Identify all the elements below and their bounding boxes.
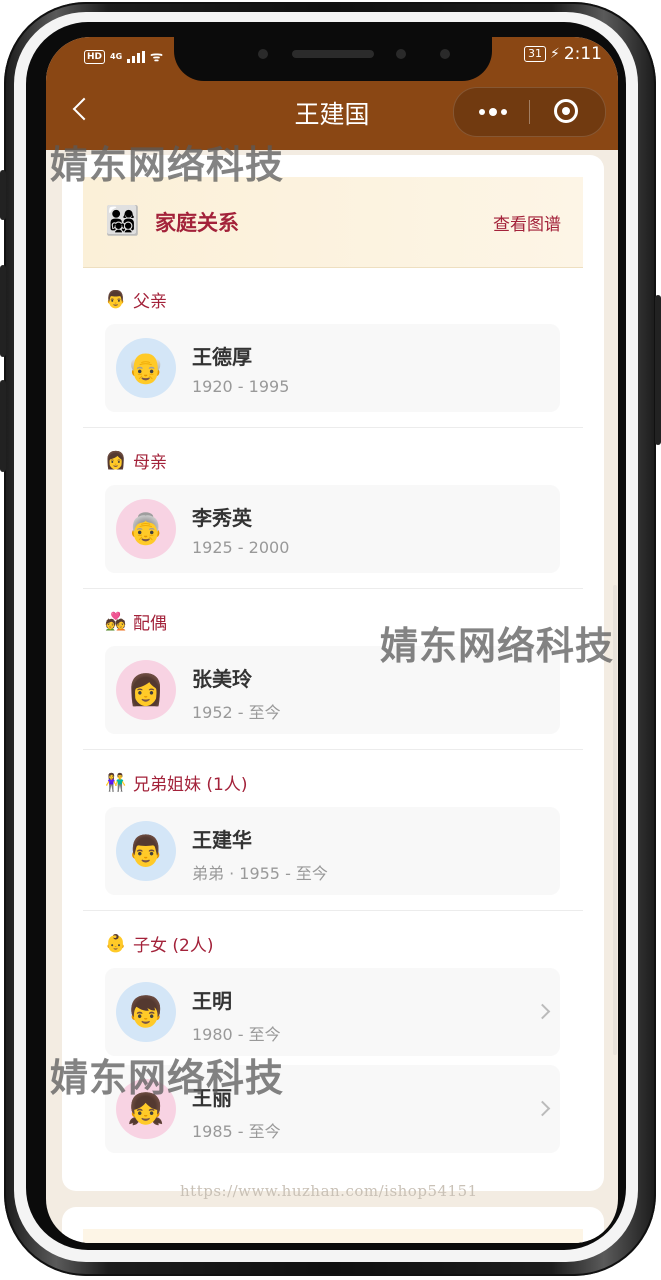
close-target-icon[interactable] [554, 99, 578, 123]
person-name: 王建华 [192, 828, 252, 852]
section-title: 配偶 [133, 614, 167, 634]
capsule-divider [529, 100, 530, 124]
section-label: 👶 子女 (2人) [105, 931, 214, 957]
person-years: 1980 - 至今 [192, 1025, 281, 1044]
network-type: 4G [110, 52, 123, 61]
woman-icon: 👩 [105, 450, 127, 471]
person-years: 1920 - 1995 [192, 377, 290, 396]
section-title: 母亲 [133, 453, 167, 473]
watermark-text: 婧东网络科技 [50, 143, 285, 187]
person-years: 1925 - 2000 [192, 538, 290, 557]
section-title: 子女 (2人) [133, 936, 214, 956]
section-title: 父亲 [133, 292, 167, 312]
siblings-icon: 👫 [105, 772, 127, 793]
avatar: 👩 [116, 660, 176, 720]
watermark-text: 婧东网络科技 [380, 624, 615, 668]
view-family-tree-link[interactable]: 查看图谱 [493, 210, 561, 235]
watermark-text: 婧东网络科技 [50, 1056, 285, 1100]
more-icon[interactable] [475, 102, 511, 122]
section-label: 💑 配偶 [105, 609, 167, 635]
person-card[interactable]: 👨 王建华 弟弟 · 1955 - 至今 [105, 807, 560, 895]
avatar: 👴 [116, 338, 176, 398]
mini-program-capsule [453, 87, 606, 137]
speaker-grille [292, 50, 374, 58]
section-label: 👨 父亲 [105, 287, 167, 313]
person-name: 李秀英 [192, 506, 252, 530]
person-name: 王德厚 [192, 345, 252, 369]
next-card-peek [62, 1207, 604, 1243]
signal-icon [127, 50, 146, 63]
camera-notch [174, 37, 492, 81]
section-label: 👫 兄弟姐妹 (1人) [105, 770, 248, 796]
avatar: 👨 [116, 821, 176, 881]
chevron-right-icon [534, 1003, 551, 1020]
section-title: 兄弟姐妹 (1人) [133, 775, 248, 795]
card-header: 👨‍👩‍👧‍👦 家庭关系 查看图谱 [83, 177, 583, 268]
baby-icon: 👶 [105, 933, 127, 954]
battery-icon: 31 [523, 46, 546, 62]
sensor-icon [258, 49, 268, 59]
avatar: 👵 [116, 499, 176, 559]
divider [83, 427, 583, 428]
wifi-icon: ᯤ [150, 49, 163, 65]
chevron-right-icon [534, 1100, 551, 1117]
volume-down-button [0, 380, 6, 472]
man-icon: 👨 [105, 289, 127, 310]
family-icon: 👨‍👩‍👧‍👦 [105, 204, 140, 237]
volume-up-button [0, 265, 6, 357]
mute-switch [0, 170, 6, 220]
sensor-icon [440, 49, 450, 59]
clock: 2:11 [563, 44, 602, 64]
family-relations-card: 👨‍👩‍👧‍👦 家庭关系 查看图谱 👨 父亲 👴 王德厚 1920 - 1995… [62, 155, 604, 1191]
card-title: 家庭关系 [155, 211, 239, 235]
person-card[interactable]: 👴 王德厚 1920 - 1995 [105, 324, 560, 412]
person-card[interactable]: 👦 王明 1980 - 至今 [105, 968, 560, 1056]
couple-icon: 💑 [105, 611, 127, 632]
divider [83, 588, 583, 589]
avatar: 👦 [116, 982, 176, 1042]
section-label: 👩 母亲 [105, 448, 167, 474]
charging-icon: ⚡ [549, 46, 560, 62]
person-years: 弟弟 · 1955 - 至今 [192, 864, 328, 883]
hd-icon: HD [84, 49, 106, 64]
person-name: 张美玲 [192, 667, 252, 691]
person-name: 王明 [192, 989, 232, 1013]
divider [83, 749, 583, 750]
person-years: 1985 - 至今 [192, 1122, 281, 1141]
person-years: 1952 - 至今 [192, 703, 281, 722]
front-camera-icon [396, 49, 406, 59]
power-button [655, 295, 661, 445]
divider [83, 910, 583, 911]
person-card[interactable]: 👵 李秀英 1925 - 2000 [105, 485, 560, 573]
watermark-url: https://www.huzhan.com/ishop54151 [180, 1182, 478, 1200]
